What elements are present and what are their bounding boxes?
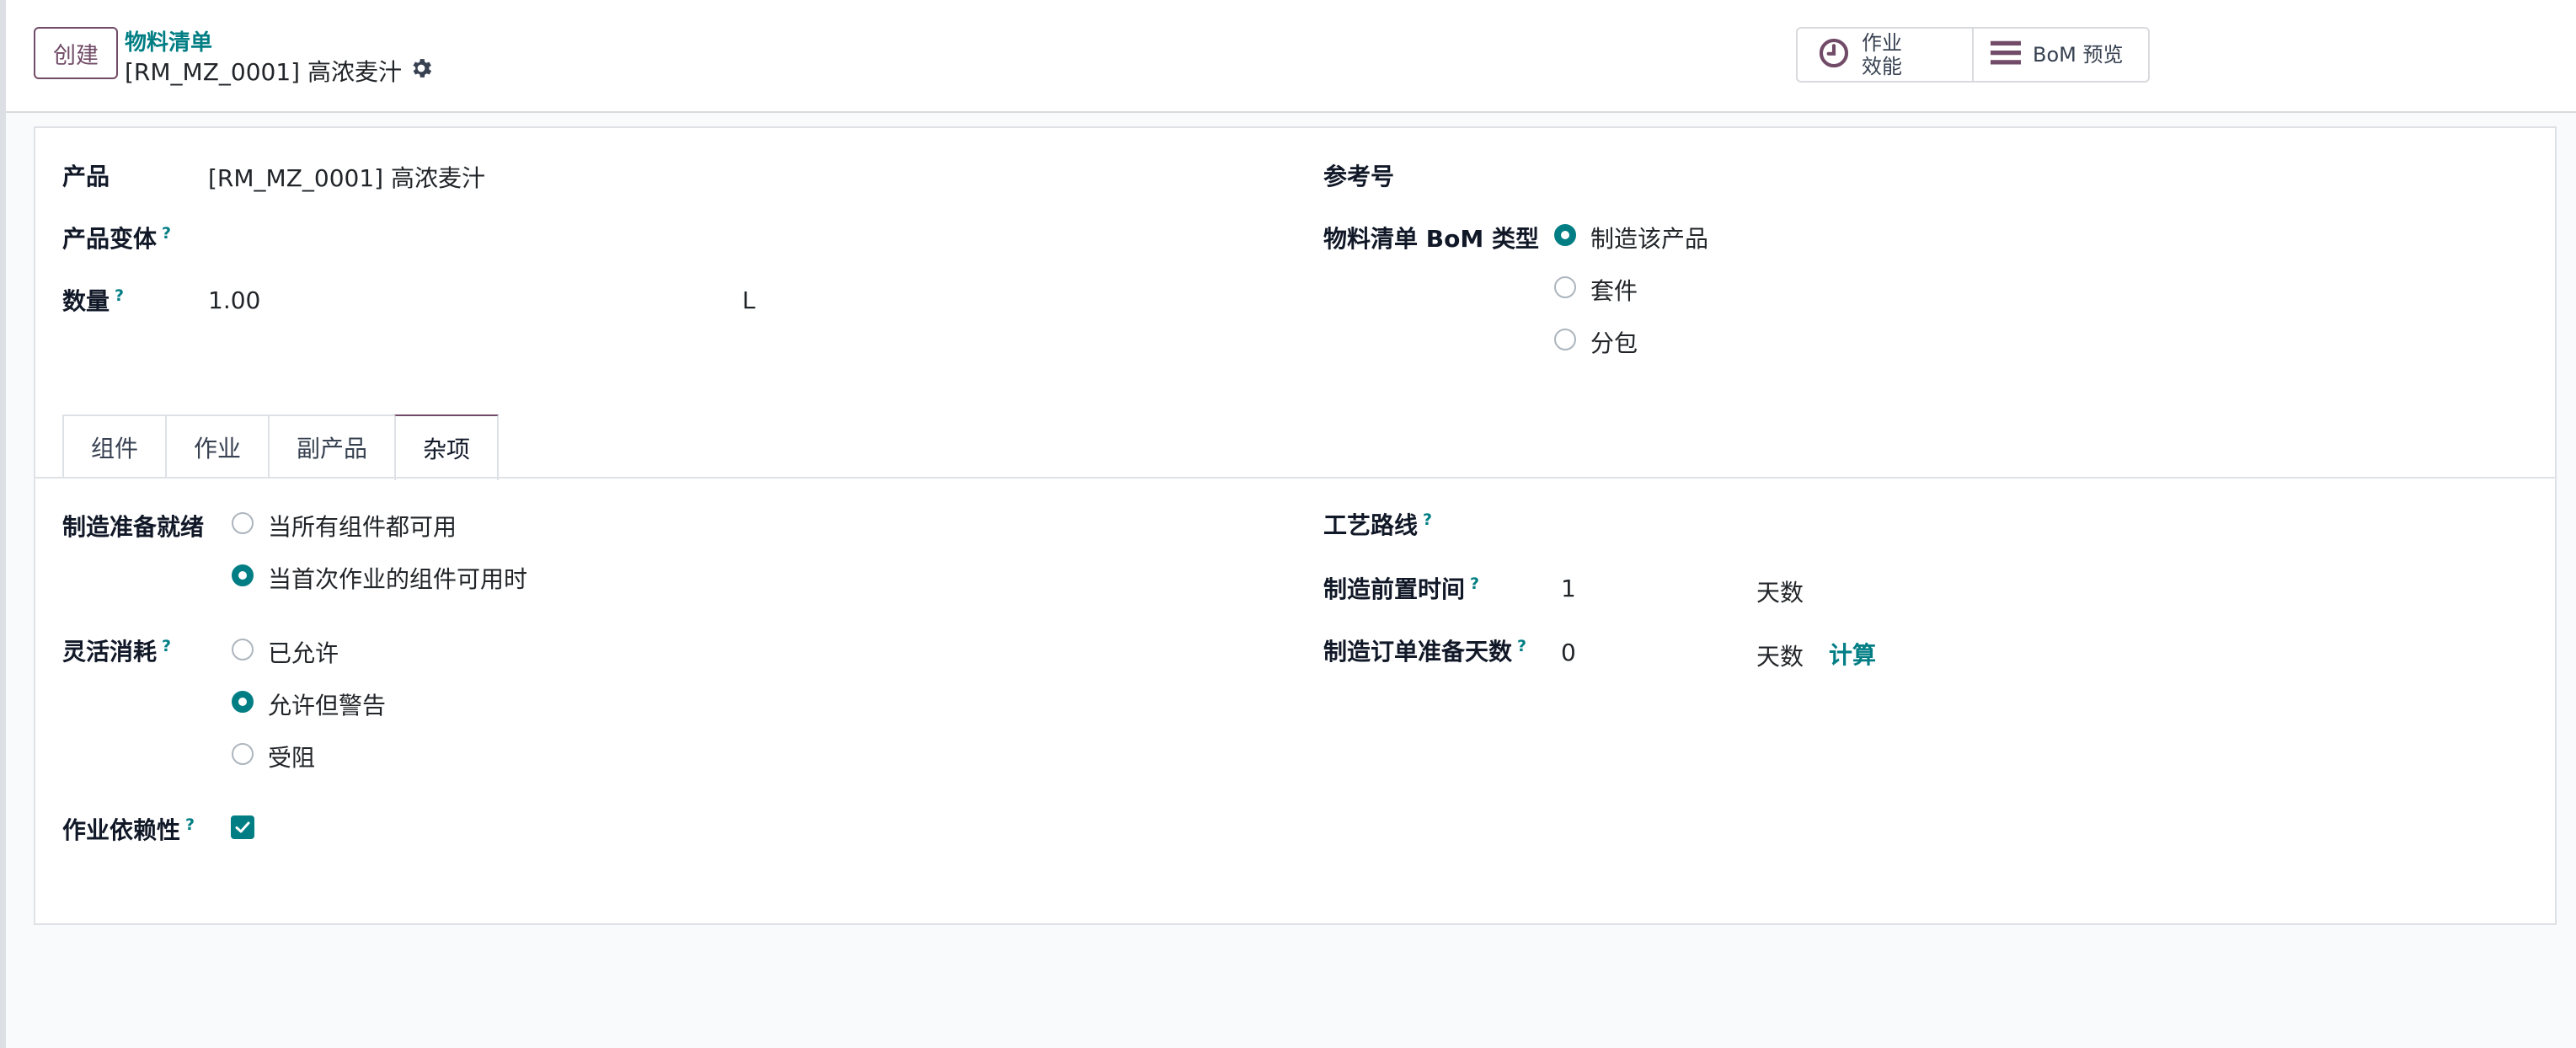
ready-radio-first-operation[interactable]: [232, 564, 254, 586]
tab-components[interactable]: 组件: [62, 414, 167, 479]
tabs-divider: [35, 477, 2555, 479]
bom-preview-button[interactable]: BoM 预览: [1974, 29, 2148, 81]
lead-time-unit: 天数: [1756, 579, 1804, 607]
quantity-field[interactable]: 1.00: [208, 286, 260, 314]
variant-label: 产品变体?: [62, 223, 172, 253]
compute-link[interactable]: 计算: [1829, 637, 1876, 671]
flex-radio-blocked[interactable]: [232, 743, 254, 765]
clock-icon: [1818, 37, 1850, 72]
bom-type-radio-manufacture[interactable]: [1554, 224, 1576, 246]
routing-field[interactable]: [1553, 509, 2522, 539]
reference-field[interactable]: [1553, 158, 2522, 189]
bom-type-radio-subcontract[interactable]: [1554, 329, 1576, 350]
help-icon[interactable]: ?: [185, 815, 195, 834]
ready-label: 制造准备就绪: [62, 513, 205, 541]
ready-option-label: 当所有组件都可用: [268, 513, 457, 541]
tab-operations[interactable]: 作业: [165, 414, 270, 479]
tab-misc[interactable]: 杂项: [394, 414, 499, 480]
bom-type-option-label: 套件: [1590, 277, 1638, 305]
variant-field[interactable]: [208, 221, 730, 251]
help-icon[interactable]: ?: [115, 286, 124, 305]
bom-type-option-label: 制造该产品: [1590, 225, 1709, 253]
help-icon[interactable]: ?: [1423, 511, 1432, 529]
bom-preview-label: BoM 预览: [2033, 43, 2124, 67]
flex-option-label: 受阻: [268, 744, 316, 772]
help-icon[interactable]: ?: [162, 637, 171, 655]
control-panel: 创建 物料清单 [RM_MZ_0001] 高浓麦汁 作业 效能 BoM 预览: [6, 0, 2576, 113]
ready-option-label: 当首次作业的组件可用时: [268, 565, 528, 593]
lead-time-field[interactable]: 1: [1561, 575, 1576, 602]
flex-option-label: 允许但警告: [268, 692, 387, 719]
help-icon[interactable]: ?: [1517, 637, 1526, 655]
smart-buttons: 作业 效能 BoM 预览: [1796, 27, 2150, 83]
form-sheet: 产品 [RM_MZ_0001] 高浓麦汁 产品变体? 数量? 1.00 L 参考…: [34, 126, 2557, 925]
breadcrumb-parent-link[interactable]: 物料清单: [125, 25, 212, 56]
work-efficiency-label-2: 效能: [1862, 55, 1902, 78]
quantity-label: 数量?: [62, 286, 125, 315]
dependency-checkbox[interactable]: [231, 815, 254, 839]
ready-radio-all-available[interactable]: [232, 512, 254, 534]
breadcrumb-current: [RM_MZ_0001] 高浓麦汁: [125, 58, 402, 86]
check-icon: [235, 821, 250, 833]
flex-radio-warning[interactable]: [232, 691, 254, 713]
reference-label: 参考号: [1323, 163, 1395, 190]
flex-radio-allowed[interactable]: [232, 639, 254, 660]
list-icon: [1991, 40, 2021, 70]
prep-days-field[interactable]: 0: [1561, 639, 1576, 666]
left-edge: [0, 0, 6, 1048]
work-efficiency-button[interactable]: 作业 效能: [1798, 29, 1974, 81]
routing-label: 工艺路线?: [1323, 510, 1433, 539]
uom-field[interactable]: L: [742, 286, 756, 314]
flex-option-label: 已允许: [268, 639, 339, 667]
flex-consumption-label: 灵活消耗?: [62, 636, 172, 666]
prep-days-label: 制造订单准备天数?: [1323, 636, 1527, 666]
tab-byproducts[interactable]: 副产品: [268, 414, 396, 479]
work-efficiency-label-1: 作业: [1862, 31, 1902, 55]
bom-type-radio-kit[interactable]: [1554, 276, 1576, 298]
product-field[interactable]: [RM_MZ_0001] 高浓麦汁: [208, 160, 485, 194]
lead-time-label: 制造前置时间?: [1323, 574, 1480, 603]
gear-icon[interactable]: [409, 56, 434, 81]
dependency-label: 作业依赖性?: [62, 815, 195, 844]
product-label: 产品: [62, 163, 110, 190]
bom-type-option-label: 分包: [1590, 329, 1638, 357]
help-icon[interactable]: ?: [1470, 575, 1479, 593]
prep-days-unit: 天数: [1756, 643, 1804, 671]
bom-type-label: 物料清单 BoM 类型: [1323, 225, 1539, 253]
create-button[interactable]: 创建: [34, 27, 118, 79]
help-icon[interactable]: ?: [162, 224, 171, 243]
